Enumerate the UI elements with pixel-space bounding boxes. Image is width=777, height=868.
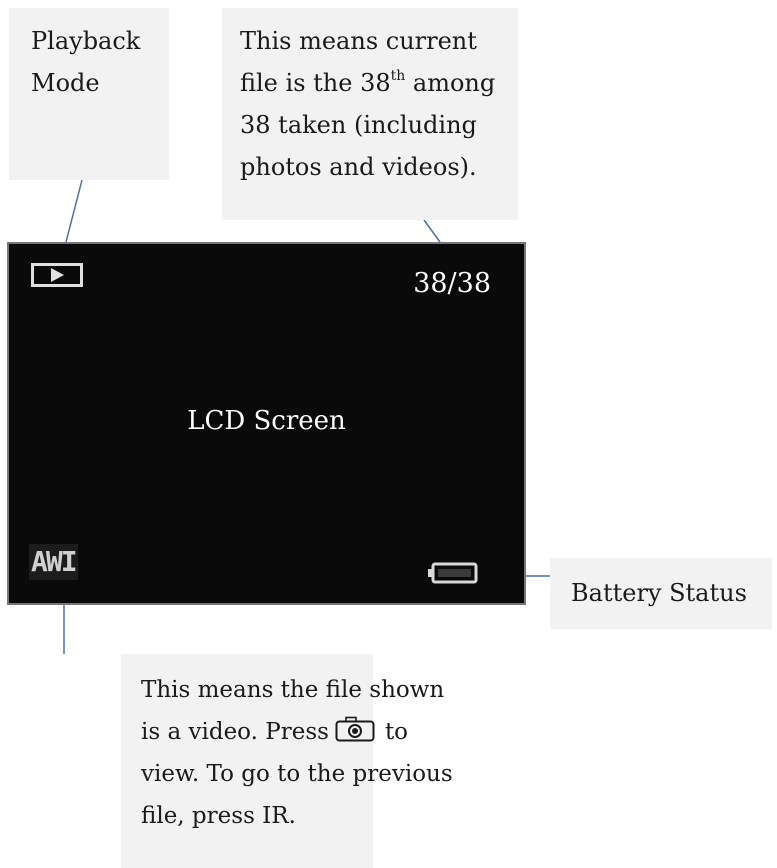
callout-count-superscript: th (390, 68, 406, 84)
callout-video-line2: is a video. Press to (141, 711, 408, 753)
callout-playback-mode: Playback Mode (9, 8, 169, 180)
battery-icon (428, 562, 478, 584)
callout-playback-line1: Playback (31, 27, 141, 55)
camera-icon (335, 716, 375, 742)
callout-count-line4: photos and videos). (240, 153, 477, 181)
connector-playback (65, 179, 83, 243)
callout-video-line3: view. To go to the previous (141, 761, 453, 787)
file-counter: 38/38 (413, 268, 491, 299)
callout-video-line2-post: to (384, 719, 409, 745)
callout-count-line1: This means current (240, 27, 477, 55)
connector-count (423, 219, 441, 243)
callout-video-line4: file, press IR. (141, 803, 296, 829)
lcd-screen-label: LCD Screen (187, 406, 346, 436)
lcd-screen: 38/38 LCD Screen AWI (7, 242, 526, 605)
play-icon (31, 263, 83, 287)
callout-count-line2-pre: file is the 38 (240, 69, 391, 97)
callout-file-count: This means current file is the 38th amon… (222, 8, 518, 220)
callout-count-line3: 38 taken (including (240, 111, 477, 139)
callout-video-line2-pre: is a video. Press (141, 719, 329, 745)
callout-battery-status: Battery Status (550, 558, 772, 629)
callout-count-line2-post: among (405, 69, 496, 97)
callout-playback-line2: Mode (31, 69, 100, 97)
callout-battery-text: Battery Status (571, 579, 747, 607)
file-type-indicator: AWI (29, 544, 78, 580)
callout-video-line1: This means the file shown (141, 677, 445, 703)
callout-video-file: This means the file shown is a video. Pr… (121, 654, 453, 868)
callout-count-line2: file is the 38th among (240, 62, 518, 104)
